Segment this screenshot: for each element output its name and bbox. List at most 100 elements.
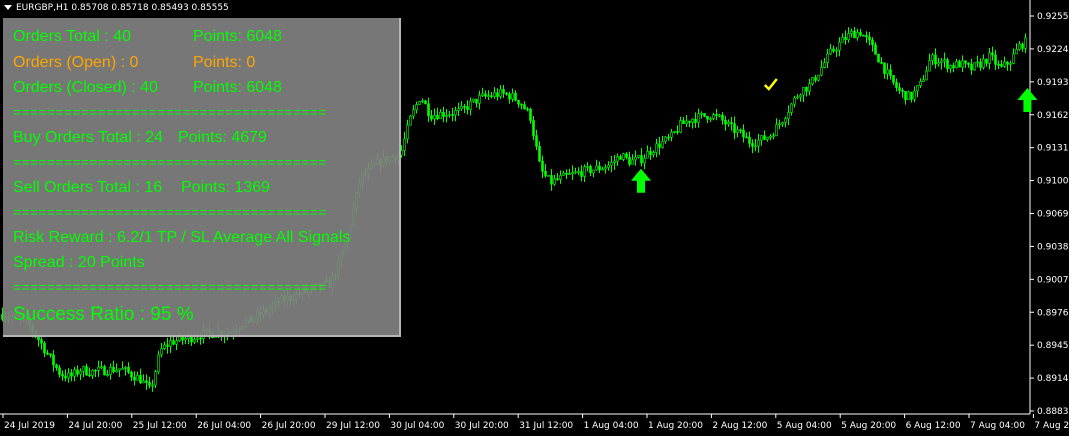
candle-body	[469, 100, 472, 110]
candle-body	[115, 369, 118, 373]
candle-body	[484, 93, 487, 97]
candle-body	[127, 367, 130, 373]
candle-body	[748, 136, 751, 144]
y-tick-label: 0.91620	[1037, 111, 1069, 121]
candle-body	[679, 120, 682, 133]
candle-body	[52, 354, 55, 366]
candle-body	[664, 136, 667, 142]
candle-body	[598, 165, 601, 171]
candle-body	[430, 115, 433, 120]
candle-body	[1018, 43, 1021, 50]
candle-body	[82, 366, 85, 372]
stats-panel: Orders Total : 40 Points: 6048 Orders (O…	[3, 18, 401, 337]
candle-body	[70, 372, 73, 377]
candle-body	[562, 172, 565, 176]
candle-body	[625, 153, 628, 158]
y-tick-label: 0.90690	[1037, 210, 1069, 220]
candle-body	[877, 54, 880, 63]
y-tick-label: 0.91000	[1037, 177, 1069, 187]
candle-body	[673, 131, 676, 133]
candle-body	[169, 340, 172, 347]
candle-body	[964, 60, 967, 64]
candle-body	[511, 93, 514, 100]
x-tick-label: 5 Aug 04:00	[777, 421, 832, 431]
x-tick-label: 29 Jul 12:00	[326, 421, 380, 431]
candle-body	[175, 340, 178, 345]
candle-body	[922, 79, 925, 82]
candle-body	[490, 95, 493, 97]
candle-body	[754, 145, 757, 148]
candle-body	[802, 86, 805, 96]
y-tick-label: 0.90070	[1037, 275, 1069, 285]
candle-body	[154, 371, 157, 386]
candle-body	[403, 138, 406, 151]
candle-body	[850, 30, 853, 34]
candle-body	[196, 337, 199, 340]
candle-body	[685, 120, 688, 124]
candle-body	[112, 366, 115, 373]
candle-body	[853, 30, 856, 39]
candle-body	[1012, 53, 1015, 64]
candle-body	[901, 89, 904, 92]
candle-body	[703, 113, 706, 117]
orders-closed: Orders (Closed) : 40	[13, 79, 158, 96]
candle-body	[928, 60, 931, 72]
candle-body	[475, 98, 478, 104]
candle-body	[409, 115, 412, 126]
candle-body	[919, 81, 922, 86]
candle-body	[46, 352, 49, 355]
x-tick-label: 26 Jul 04:00	[197, 421, 251, 431]
candle-body	[970, 64, 973, 71]
candle-body	[862, 34, 865, 37]
candle-body	[799, 94, 802, 98]
candle-body	[436, 114, 439, 119]
candle-body	[700, 113, 703, 115]
y-tick-label: 0.91930	[1037, 78, 1069, 88]
candle-body	[514, 93, 517, 101]
candle-body	[835, 49, 838, 52]
candle-body	[634, 157, 637, 161]
candle-body	[616, 156, 619, 162]
candle-body	[652, 152, 655, 155]
candle-body	[706, 116, 709, 120]
candle-body	[889, 69, 892, 76]
candle-body	[529, 108, 532, 121]
dropdown-arrow-icon[interactable]	[4, 5, 12, 10]
candle-body	[142, 380, 145, 384]
candle-body	[868, 36, 871, 41]
x-tick-label: 1 Aug 04:00	[584, 421, 639, 431]
candle-body	[583, 166, 586, 177]
candle-body	[91, 369, 94, 376]
points-total: Points: 6048	[193, 28, 282, 45]
candle-body	[796, 96, 799, 99]
candle-body	[910, 91, 913, 100]
candle-body	[874, 44, 877, 55]
candle-body	[415, 104, 418, 111]
candle-body	[73, 369, 76, 377]
candle-body	[640, 155, 643, 164]
candle-body	[751, 143, 754, 147]
candle-body	[913, 90, 916, 100]
candle-body	[727, 122, 730, 125]
candle-body	[1009, 63, 1012, 65]
candle-body	[988, 52, 991, 64]
candle-body	[463, 106, 466, 108]
candle-body	[592, 169, 595, 174]
y-tick-label: 0.89450	[1037, 341, 1069, 351]
candle-body	[61, 374, 64, 377]
candle-body	[49, 353, 52, 356]
candle-body	[994, 54, 997, 65]
points-closed: Points: 6048	[193, 79, 282, 96]
candle-body	[772, 135, 775, 138]
candle-body	[166, 344, 169, 347]
sell-orders-total: Sell Orders Total : 16	[13, 179, 163, 196]
candle-body	[79, 370, 82, 375]
symbol-header[interactable]: EURGBP,H1 0.85708 0.85718 0.85493 0.8555…	[4, 3, 229, 13]
candle-body	[64, 375, 67, 379]
orders-total: Orders Total : 40	[13, 28, 131, 45]
y-tick-label: 0.91310	[1037, 144, 1069, 154]
candle-body	[556, 178, 559, 181]
candle-body	[574, 171, 577, 174]
x-tick-label: 7 Aug 04:00	[970, 421, 1025, 431]
candle-body	[571, 172, 574, 175]
